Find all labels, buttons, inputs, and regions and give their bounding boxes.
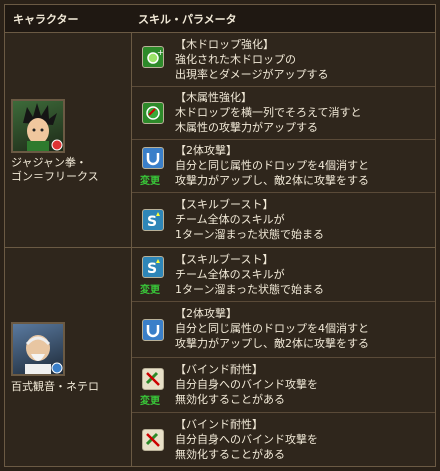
skill-row: + 【木ドロップ強化】 強化された木ドロップの 出現率とダメージがアップする <box>132 33 435 87</box>
netero-portrait[interactable] <box>11 322 65 376</box>
skill-text: 【スキルブースト】 チーム全体のスキルが 1ターン溜まった状態で始まる <box>175 253 325 296</box>
character-cell-netero: 百式観音・ネテロ <box>5 248 132 467</box>
skill-row: 変更 【2体攻撃】 自分と同じ属性のドロップを4個消すと 攻撃力がアップし、敵2… <box>132 140 435 193</box>
character-name-netero: 百式観音・ネテロ <box>11 380 99 393</box>
bind-resist-icon <box>142 368 164 390</box>
skill-text: 【木属性強化】 木ドロップを横一列でそろえて消すと 木属性の攻撃力がアップする <box>175 91 362 134</box>
skill-row: S 変更 【スキルブースト】 チーム全体のスキルが 1ターン溜まった状態で始まる <box>132 248 435 302</box>
header-skill: スキル・パラメータ <box>138 13 237 26</box>
skill-text: 【2体攻撃】 自分と同じ属性のドロップを4個消すと 攻撃力がアップし、敵2体に攻… <box>175 307 369 350</box>
character-cell-gon: ジャジャン拳・ ゴン＝フリークス <box>5 33 132 247</box>
change-label: 変更 <box>140 176 160 187</box>
two-body-attack-icon <box>142 319 164 341</box>
skill-text: 【木ドロップ強化】 強化された木ドロップの 出現率とダメージがアップする <box>175 38 329 81</box>
character-name-gon: ジャジャン拳・ ゴン＝フリークス <box>11 156 99 183</box>
wood-drop-enhance-icon: + <box>142 46 164 68</box>
skill-table: キャラクター スキル・パラメータ ジャジャン拳・ ゴン＝フリークス + 【木ドロ… <box>4 4 436 467</box>
skill-row: 変更 【バインド耐性】 自分自身へのバインド攻撃を 無効化することがある <box>132 358 435 413</box>
two-body-attack-icon <box>142 147 164 169</box>
table-header: キャラクター スキル・パラメータ <box>5 5 435 33</box>
skill-boost-icon: S <box>142 256 164 278</box>
bind-resist-icon <box>142 429 164 451</box>
skill-text: 【バインド耐性】 自分自身へのバインド攻撃を 無効化することがある <box>175 418 318 461</box>
svg-text:S: S <box>147 261 157 277</box>
skill-text: 【2体攻撃】 自分と同じ属性のドロップを4個消すと 攻撃力がアップし、敵2体に攻… <box>175 144 369 187</box>
gon-portrait[interactable] <box>11 99 65 153</box>
svg-text:S: S <box>147 214 157 230</box>
header-character: キャラクター <box>13 13 79 26</box>
skill-row: 【バインド耐性】 自分自身へのバインド攻撃を 無効化することがある <box>132 413 435 467</box>
change-label: 変更 <box>140 285 160 296</box>
skill-text: 【バインド耐性】 自分自身へのバインド攻撃を 無効化することがある <box>175 363 318 406</box>
skill-boost-icon: S <box>142 209 164 231</box>
change-label: 変更 <box>140 396 160 407</box>
skill-row: 【木属性強化】 木ドロップを横一列でそろえて消すと 木属性の攻撃力がアップする <box>132 87 435 140</box>
skill-text: 【スキルブースト】 チーム全体のスキルが 1ターン溜まった状態で始まる <box>175 198 325 241</box>
skill-row: S 【スキルブースト】 チーム全体のスキルが 1ターン溜まった状態で始まる <box>132 193 435 247</box>
skill-row: 【2体攻撃】 自分と同じ属性のドロップを4個消すと 攻撃力がアップし、敵2体に攻… <box>132 302 435 358</box>
wood-attribute-enhance-icon <box>142 102 164 124</box>
svg-text:+: + <box>157 48 163 57</box>
